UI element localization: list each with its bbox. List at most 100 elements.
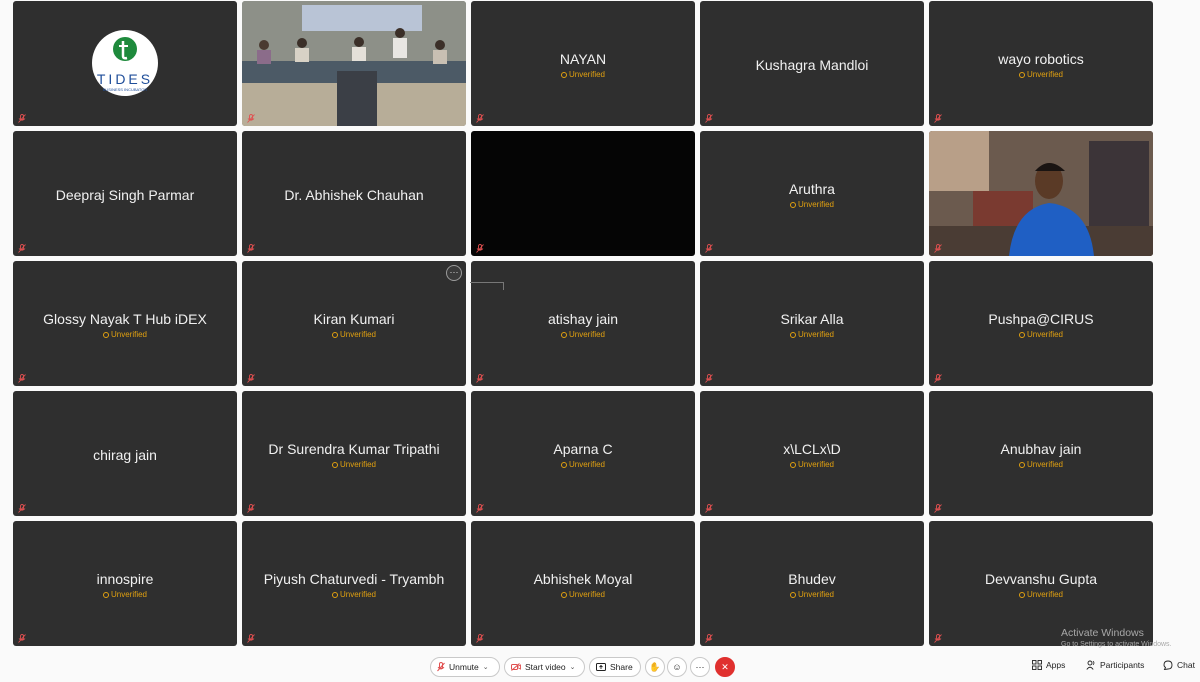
participant-name: Kushagra Mandloi [755, 57, 869, 73]
apps-icon [1032, 660, 1042, 670]
participant-name: atishay jain [547, 311, 619, 327]
mic-muted-icon [18, 374, 26, 383]
warning-icon [560, 332, 567, 338]
mic-muted-icon [934, 374, 942, 383]
more-options-button[interactable]: ··· [446, 265, 462, 281]
participant-name: x\LCLx\D [783, 441, 841, 457]
participant-tile[interactable]: Kiran Kumari Unverified [242, 261, 466, 386]
participant-name: Kiran Kumari [313, 311, 395, 327]
participant-tile[interactable]: Bhudev Unverified [700, 521, 924, 646]
unverified-badge: Unverified [700, 200, 924, 209]
participant-name: Devvanshu Gupta [984, 571, 1098, 587]
participant-tile[interactable]: Glossy Nayak T Hub iDEX Unverified [13, 261, 237, 386]
unverified-badge: Unverified [929, 330, 1153, 339]
raise-hand-button[interactable]: ✋ [645, 657, 665, 677]
mic-muted-icon [18, 634, 26, 643]
participants-icon [1086, 660, 1095, 670]
mic-muted-icon [934, 114, 942, 123]
more-button[interactable]: ··· [690, 657, 710, 677]
participant-tile[interactable]: Piyush Chaturvedi - Tryambh Unverified [242, 521, 466, 646]
share-label: Share [610, 662, 633, 672]
unverified-label: Unverified [1026, 590, 1063, 599]
more-options-connector [470, 282, 504, 290]
unverified-label: Unverified [568, 330, 605, 339]
mic-muted-icon [247, 504, 255, 513]
warning-icon [789, 202, 796, 208]
participant-tile[interactable]: Srikar Alla Unverified [700, 261, 924, 386]
unverified-badge: Unverified [471, 460, 695, 469]
share-screen-icon [596, 663, 606, 671]
participant-tile[interactable]: NAYAN Unverified [471, 1, 695, 126]
participant-tile-black-video[interactable] [471, 131, 695, 256]
participants-label: Participants [1100, 660, 1145, 670]
ellipsis-icon: ··· [695, 662, 705, 672]
participant-tile[interactable]: TIDES BUSINESS INCUBATOR [13, 1, 237, 126]
participant-tile[interactable]: Abhishek Moyal Unverified [471, 521, 695, 646]
participant-tile[interactable]: Pushpa@CIRUS Unverified [929, 261, 1153, 386]
chat-button[interactable]: Chat [1163, 660, 1195, 670]
mic-muted-icon [247, 114, 255, 123]
warning-icon [1018, 462, 1025, 468]
participant-name: Anubhav jain [1000, 441, 1082, 457]
warning-icon [331, 332, 338, 338]
chevron-down-icon[interactable]: ⌄ [570, 663, 576, 671]
unverified-label: Unverified [1026, 460, 1063, 469]
unverified-label: Unverified [568, 70, 605, 79]
unverified-label: Unverified [797, 200, 834, 209]
participant-tile[interactable] [929, 131, 1153, 256]
participant-tile[interactable]: Kushagra Mandloi [700, 1, 924, 126]
warning-icon [102, 592, 109, 598]
mic-muted-icon [705, 374, 713, 383]
participant-name: Glossy Nayak T Hub iDEX [43, 311, 207, 327]
participant-name: innospire [96, 571, 154, 587]
participant-tile[interactable]: Aruthra Unverified [700, 131, 924, 256]
chat-label: Chat [1177, 660, 1195, 670]
mic-muted-icon [476, 244, 484, 253]
participant-tile[interactable]: Dr. Abhishek Chauhan [242, 131, 466, 256]
reactions-button[interactable]: ☺ [667, 657, 687, 677]
unverified-badge: Unverified [700, 330, 924, 339]
leave-meeting-button[interactable]: ✕ [715, 657, 735, 677]
chevron-down-icon[interactable]: ⌄ [483, 663, 489, 671]
unverified-badge: Unverified [13, 590, 237, 599]
participant-tile[interactable]: x\LCLx\D Unverified [700, 391, 924, 516]
participant-grid: TIDES BUSINESS INCUBATOR NAYAN Unverified Ku… [0, 0, 1200, 650]
participant-tile[interactable]: Anubhav jain Unverified [929, 391, 1153, 516]
mic-muted-icon [705, 504, 713, 513]
participants-button[interactable]: Participants [1086, 660, 1144, 670]
warning-icon [331, 592, 338, 598]
participant-tile[interactable] [242, 1, 466, 126]
unverified-label: Unverified [797, 590, 834, 599]
unverified-label: Unverified [339, 590, 376, 599]
participant-tile[interactable]: wayo robotics Unverified [929, 1, 1153, 126]
warning-icon [1018, 72, 1025, 78]
participant-tile[interactable]: Deepraj Singh Parmar [13, 131, 237, 256]
participant-tile[interactable]: Dr Surendra Kumar Tripathi Unverified [242, 391, 466, 516]
participant-name: NAYAN [559, 51, 607, 67]
mic-muted-icon [476, 114, 484, 123]
warning-icon [560, 462, 567, 468]
warning-icon [789, 462, 796, 468]
tides-logo: TIDESBUSINESS INCUBATOR [92, 30, 158, 96]
participant-name: Bhudev [788, 571, 836, 587]
unverified-badge: Unverified [929, 70, 1153, 79]
mic-muted-icon [705, 244, 713, 253]
mic-muted-icon [247, 244, 255, 253]
start-video-button[interactable]: Start video ⌄ [504, 657, 585, 677]
participant-name: Aruthra [789, 181, 835, 197]
participant-name: Aparna C [553, 441, 613, 457]
warning-icon [1018, 332, 1025, 338]
participant-name: Piyush Chaturvedi - Tryambh [263, 571, 445, 587]
participant-tile[interactable]: Aparna C Unverified [471, 391, 695, 516]
unmute-button[interactable]: Unmute ⌄ [430, 657, 500, 677]
participant-tile[interactable]: innospire Unverified [13, 521, 237, 646]
unverified-badge: Unverified [13, 330, 237, 339]
participant-tile[interactable]: atishay jain Unverified [471, 261, 695, 386]
unverified-badge: Unverified [471, 330, 695, 339]
apps-button[interactable]: Apps [1032, 660, 1065, 670]
mic-muted-icon [476, 634, 484, 643]
share-button[interactable]: Share [589, 657, 641, 677]
participant-tile[interactable]: chirag jain [13, 391, 237, 516]
mic-muted-icon [476, 374, 484, 383]
unverified-badge: Unverified [929, 460, 1153, 469]
